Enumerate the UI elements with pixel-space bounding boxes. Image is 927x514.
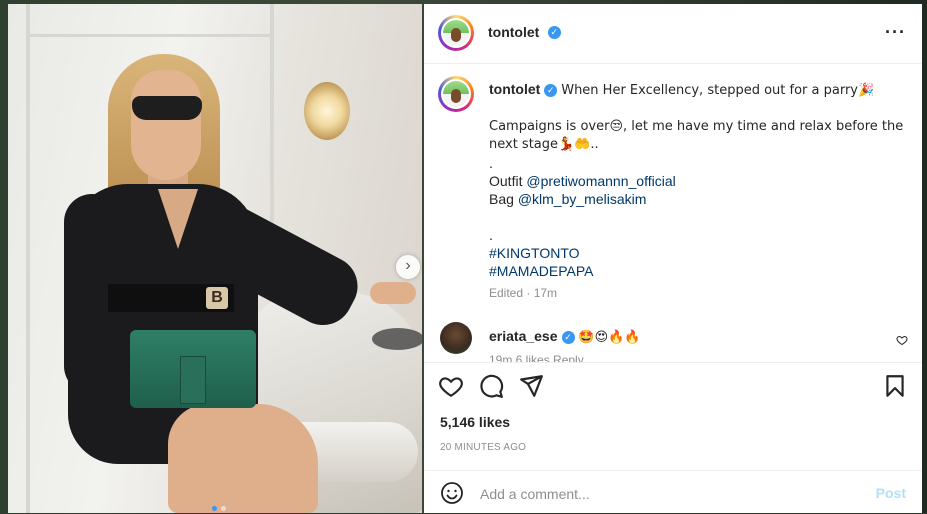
post-image[interactable]: B ›	[8, 4, 422, 513]
comment-input[interactable]	[478, 481, 862, 507]
sunglasses	[132, 96, 202, 120]
hashtag-mamadepapa-link[interactable]: #MAMADEPAPA	[489, 263, 594, 279]
verified-badge-icon: ✓	[561, 330, 575, 344]
outfit-mention-link[interactable]: @pretiwomannn_official	[526, 173, 675, 189]
carousel-dot	[221, 506, 226, 511]
caption-line-4: .	[489, 155, 493, 171]
hashtag-kingtonto-link[interactable]: #KINGTONTO	[489, 245, 580, 261]
author-username[interactable]: tontolet	[488, 24, 539, 40]
commenter-username[interactable]: eriata_ese	[489, 328, 558, 344]
share-send-icon[interactable]	[518, 373, 544, 399]
likes-count[interactable]: 5,146 likes	[440, 414, 510, 430]
comment-bubble-icon[interactable]	[478, 373, 504, 399]
post-sidebar: tontolet ✓ ··· tontolet ✓ When Her Excell…	[424, 4, 922, 513]
like-heart-icon[interactable]	[438, 373, 464, 399]
comment-text: 🤩😍🔥🔥	[578, 330, 641, 345]
face	[131, 70, 201, 180]
emoji-icon[interactable]	[440, 481, 464, 505]
post-header: tontolet ✓ ···	[424, 4, 922, 64]
belt-buckle: B	[206, 287, 228, 309]
clutch-strap	[180, 356, 206, 404]
carousel-dots	[212, 506, 226, 511]
caption-avatar[interactable]	[438, 76, 474, 112]
verified-badge-icon: ✓	[547, 26, 561, 40]
verified-badge-icon: ✓	[544, 83, 558, 97]
caption-scroll-area[interactable]: tontolet ✓ When Her Excellency, stepped o…	[424, 64, 922, 362]
wall-panel-line	[26, 4, 30, 513]
chair-logo	[372, 328, 422, 350]
commenter-avatar[interactable]	[440, 322, 472, 354]
caption-line-7: .	[489, 227, 493, 243]
comment-meta: 19m 6 likes Reply	[489, 353, 584, 362]
hand-on-chair	[370, 282, 416, 304]
caption-line-1: When Her Excellency, stepped out for a p…	[561, 83, 875, 98]
leg	[168, 404, 318, 513]
edited-timestamp: Edited · 17m	[489, 286, 558, 300]
more-options-icon[interactable]: ···	[885, 22, 906, 43]
post-comment-button[interactable]: Post	[876, 485, 906, 501]
caption-line-3: next stage💃🤲..	[489, 137, 599, 152]
author-name-row: tontolet ✓	[488, 24, 561, 42]
carousel-dot-active	[212, 506, 217, 511]
wall-lamp	[304, 82, 350, 140]
wall-panel-line	[30, 34, 270, 37]
comment-row: eriata_ese ✓ 🤩😍🔥🔥	[489, 328, 641, 345]
caption-line-2: Campaigns is over😒, let me have my time …	[489, 119, 904, 134]
comment-like-heart-icon[interactable]	[896, 334, 908, 346]
chevron-right-icon[interactable]: ›	[396, 255, 420, 279]
save-bookmark-icon[interactable]	[882, 373, 908, 399]
caption-text: tontolet ✓ When Her Excellency, stepped o…	[489, 80, 909, 280]
bag-mention-link[interactable]: @klm_by_melisakim	[518, 191, 647, 207]
caption-username[interactable]: tontolet	[489, 81, 540, 97]
outfit-label: Outfit	[489, 173, 523, 189]
action-bar	[424, 362, 922, 413]
author-avatar[interactable]	[438, 15, 474, 51]
post-timestamp[interactable]: 20 MINUTES AGO	[440, 442, 526, 453]
bag-label: Bag	[489, 191, 514, 207]
add-comment-bar: Post	[424, 470, 922, 514]
